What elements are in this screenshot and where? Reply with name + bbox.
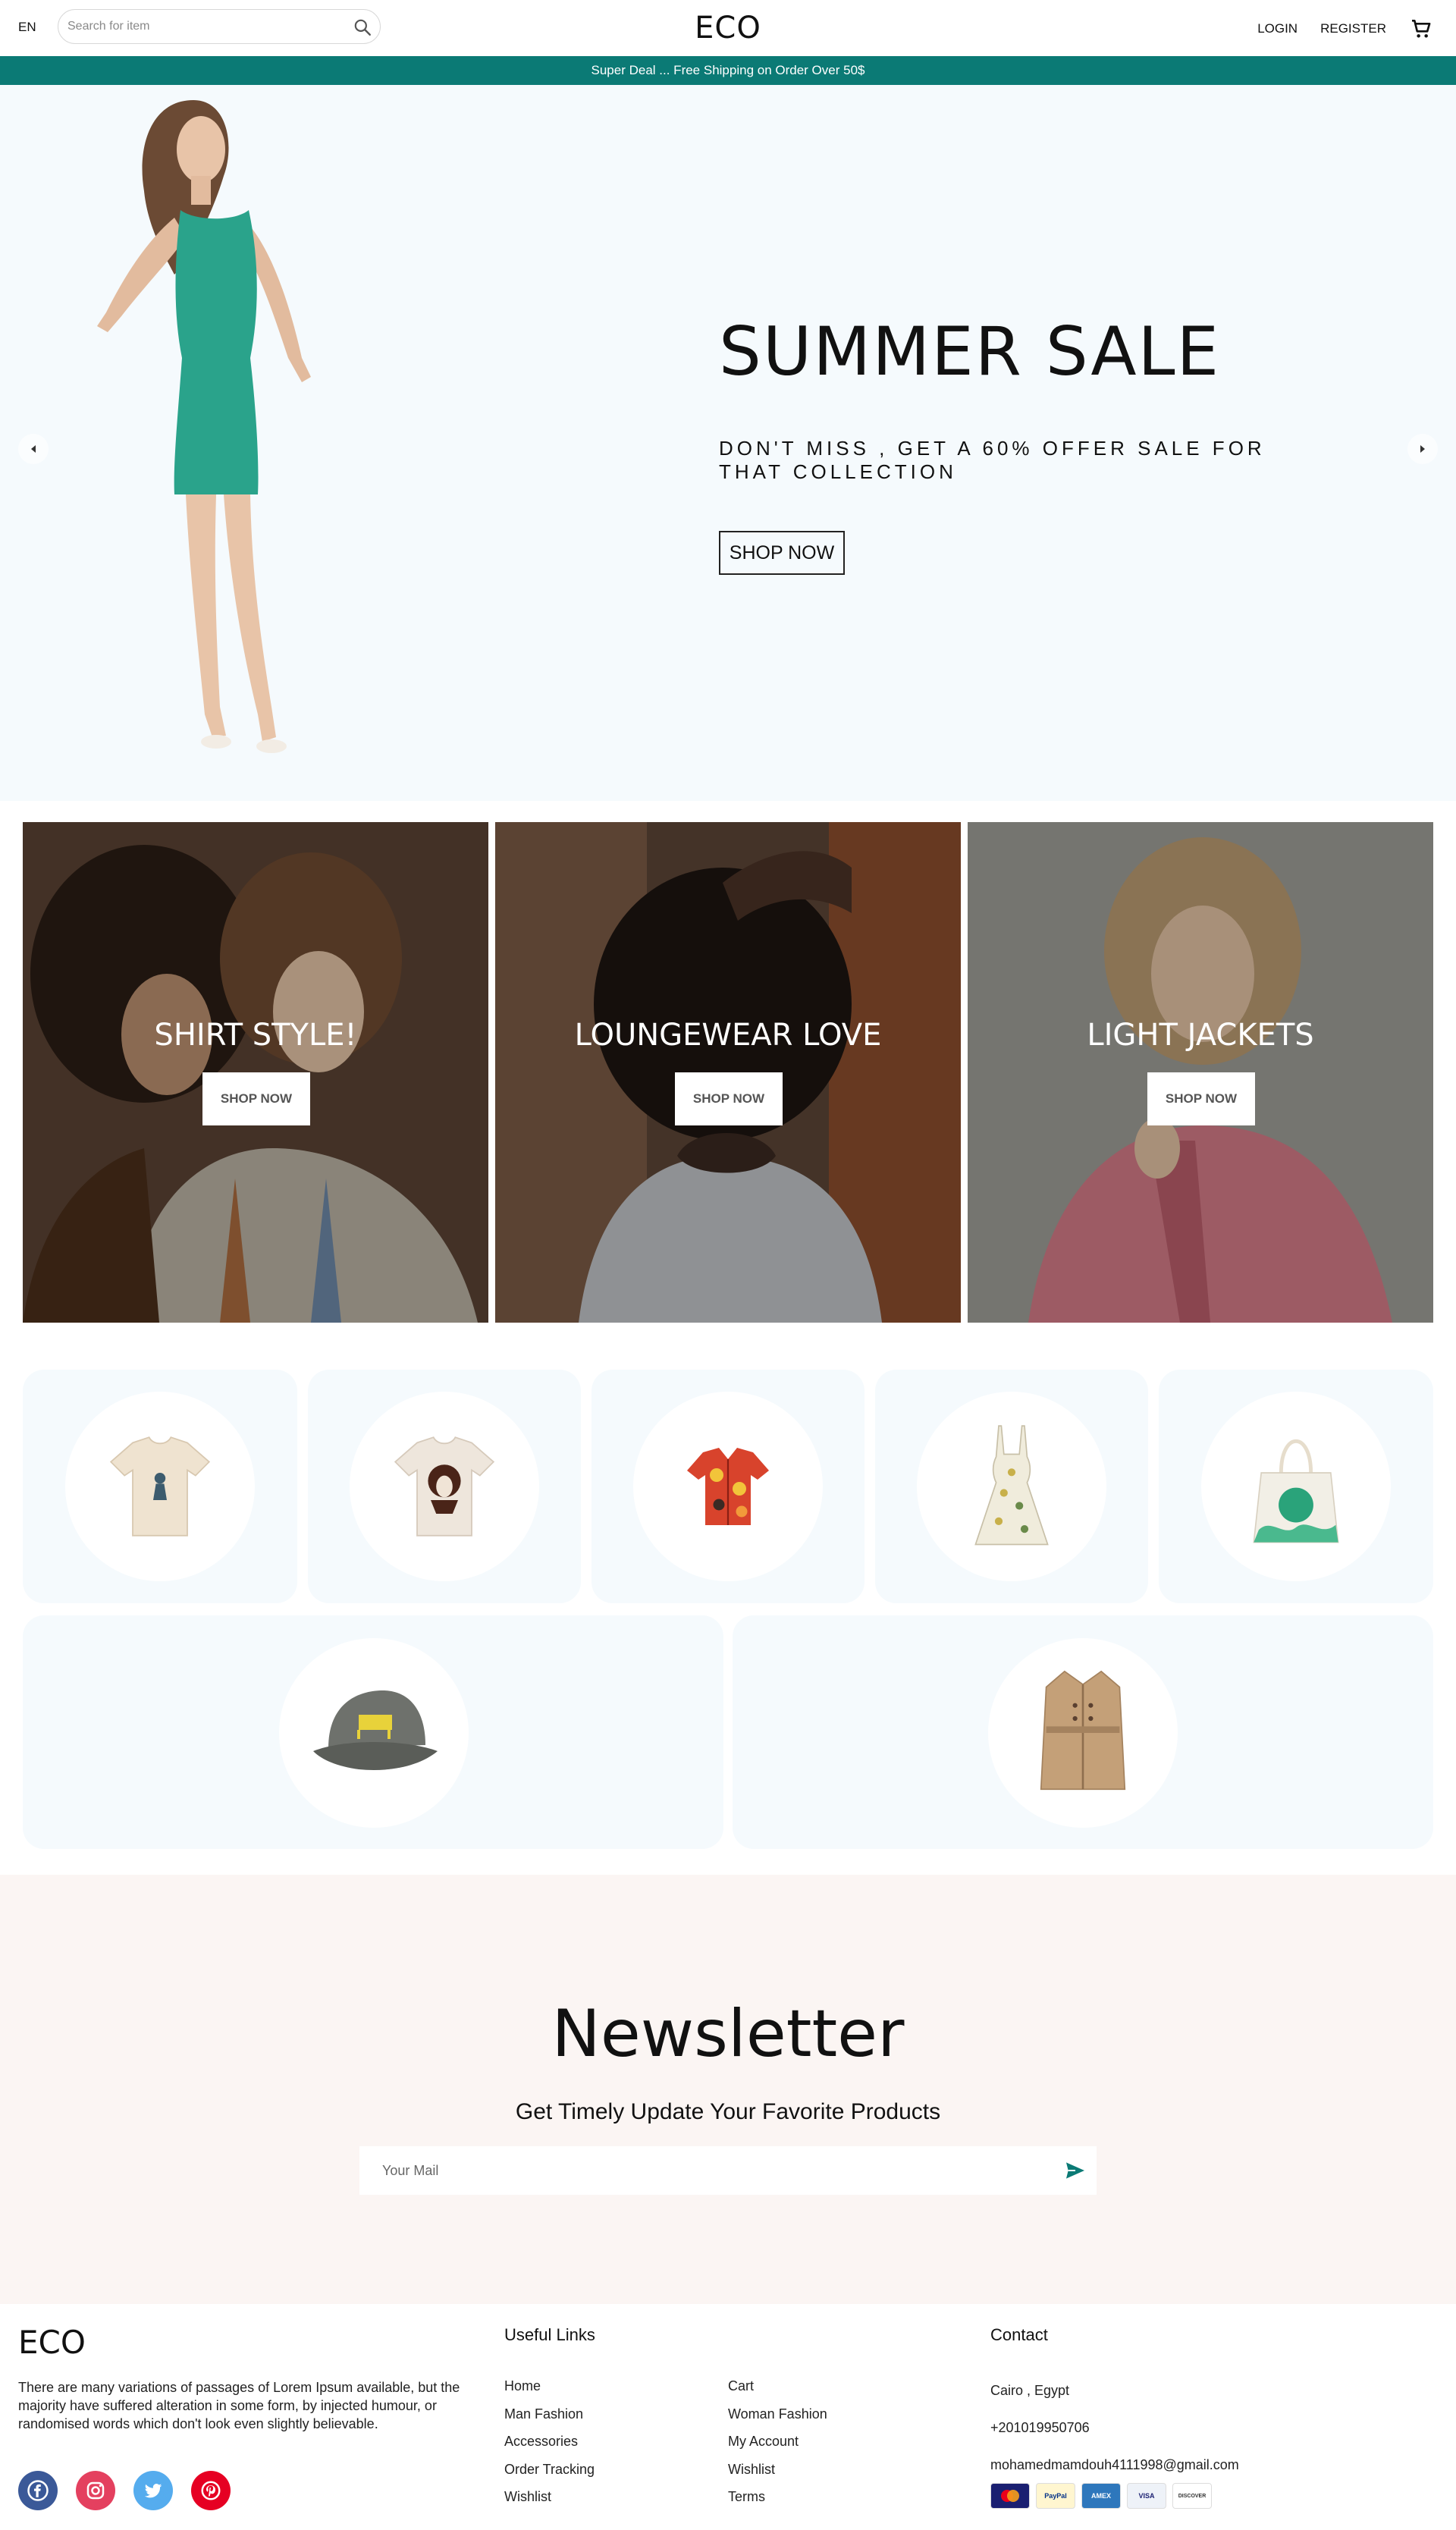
cart-icon[interactable] <box>1409 17 1433 41</box>
twitter-icon[interactable] <box>133 2471 173 2510</box>
printed-tshirt-icon <box>394 1436 495 1537</box>
footer-logo[interactable]: ECO <box>18 2324 86 2361</box>
product-image-circle <box>279 1638 469 1828</box>
chevron-left-icon <box>31 445 36 453</box>
newsletter-section: Newsletter Get Timely Update Your Favori… <box>0 1875 1456 2304</box>
footer-link-accessories[interactable]: Accessories <box>504 2428 595 2456</box>
useful-links-title: Useful Links <box>504 2325 595 2344</box>
product-image-circle <box>65 1392 255 1581</box>
amex-icon: AMEX <box>1081 2483 1121 2509</box>
send-icon[interactable] <box>1063 2158 1087 2183</box>
discover-icon: DISCOVER <box>1172 2483 1212 2509</box>
tshirt-icon <box>109 1436 211 1537</box>
paypal-icon: PayPal <box>1036 2483 1075 2509</box>
payment-methods: PayPal AMEX VISA DISCOVER <box>990 2483 1212 2509</box>
pinterest-icon[interactable] <box>191 2471 231 2510</box>
category-title: LOUNGEWEAR LOVE <box>574 1018 882 1053</box>
useful-links-col2: Cart Woman Fashion My Account Wishlist T… <box>728 2372 827 2511</box>
product-card[interactable] <box>1159 1370 1433 1603</box>
contact-address: Cairo , Egypt <box>990 2383 1070 2398</box>
newsletter-description: Get Timely Update Your Favorite Products <box>515 2099 941 2124</box>
facebook-icon[interactable] <box>18 2471 58 2510</box>
footer-link-order-tracking[interactable]: Order Tracking <box>504 2456 595 2484</box>
cap-icon <box>313 1690 438 1770</box>
footer-link-wishlist[interactable]: Wishlist <box>728 2456 827 2484</box>
search-bar <box>58 9 381 44</box>
chevron-right-icon <box>1420 445 1425 453</box>
product-image-circle <box>988 1638 1178 1828</box>
register-link[interactable]: REGISTER <box>1320 21 1386 36</box>
newsletter-title: Newsletter <box>551 1996 905 2072</box>
sundress-icon <box>974 1425 1049 1546</box>
product-image-circle <box>633 1392 823 1581</box>
navbar: EN ECO LOGIN REGISTER <box>0 0 1456 56</box>
mastercard-icon <box>990 2483 1030 2509</box>
footer-link-my-account[interactable]: My Account <box>728 2428 827 2456</box>
footer-link-woman-fashion[interactable]: Woman Fashion <box>728 2400 827 2428</box>
category-title: SHIRT STYLE! <box>154 1018 357 1053</box>
hero-title: SUMMER SALE <box>719 312 1221 391</box>
contact-info: Cairo , Egypt +201019950706 mohamedmamdo… <box>990 2372 1239 2484</box>
product-card[interactable] <box>23 1615 723 1849</box>
announcement-bar: Super Deal ... Free Shipping on Order Ov… <box>0 56 1456 85</box>
hawaiian-shirt-icon <box>687 1448 769 1525</box>
hero-model-image <box>97 100 311 753</box>
slider-prev-button[interactable] <box>18 434 49 464</box>
category-shop-now-button[interactable]: SHOP NOW <box>202 1072 310 1125</box>
slider-next-button[interactable] <box>1407 434 1438 464</box>
hero-shop-now-button[interactable]: SHOP NOW <box>719 531 845 575</box>
product-card[interactable] <box>875 1370 1148 1603</box>
product-image-circle <box>1201 1392 1391 1581</box>
category-card-jackets[interactable]: LIGHT JACKETS SHOP NOW <box>968 822 1433 1323</box>
visa-icon: VISA <box>1127 2483 1166 2509</box>
footer-link-man-fashion[interactable]: Man Fashion <box>504 2400 595 2428</box>
footer-link-cart[interactable]: Cart <box>728 2372 827 2400</box>
hero-subtitle: DON'T MISS , GET A 60% OFFER SALE FOR TH… <box>719 437 1266 483</box>
footer-link-terms[interactable]: Terms <box>728 2483 827 2511</box>
category-shop-now-button[interactable]: SHOP NOW <box>675 1072 783 1125</box>
category-title: LIGHT JACKETS <box>1087 1018 1314 1053</box>
category-shop-now-button[interactable]: SHOP NOW <box>1147 1072 1255 1125</box>
product-card[interactable] <box>733 1615 1433 1849</box>
category-card-loungewear[interactable]: LOUNGEWEAR LOVE SHOP NOW <box>495 822 961 1323</box>
trench-coat-icon <box>1040 1670 1126 1791</box>
login-link[interactable]: LOGIN <box>1257 21 1298 36</box>
search-icon[interactable] <box>353 17 372 37</box>
contact-phone: +201019950706 <box>990 2420 1090 2435</box>
footer-link-home[interactable]: Home <box>504 2372 595 2400</box>
product-card[interactable] <box>592 1370 864 1603</box>
instagram-icon[interactable] <box>76 2471 115 2510</box>
newsletter-email-input[interactable] <box>382 2158 1034 2183</box>
footer-description: There are many variations of passages of… <box>18 2380 460 2431</box>
product-image-circle <box>350 1392 539 1581</box>
hero-slider: SUMMER SALE DON'T MISS , GET A 60% OFFER… <box>0 85 1456 801</box>
contact-email[interactable]: mohamedmamdouh4111998@gmail.com <box>990 2447 1239 2484</box>
search-input[interactable] <box>58 20 339 33</box>
site-logo[interactable]: ECO <box>695 11 761 46</box>
contact-title: Contact <box>990 2325 1048 2344</box>
category-card-shirt[interactable]: SHIRT STYLE! SHOP NOW <box>23 822 488 1323</box>
footer: ECO There are many variations of passage… <box>0 2304 1456 2530</box>
useful-links-col1: Home Man Fashion Accessories Order Track… <box>504 2372 595 2511</box>
social-links <box>18 2471 231 2510</box>
product-card[interactable] <box>308 1370 581 1603</box>
footer-link-wishlist[interactable]: Wishlist <box>504 2483 595 2511</box>
tote-bag-icon <box>1253 1439 1339 1543</box>
newsletter-form <box>359 2146 1097 2195</box>
product-card[interactable] <box>23 1370 297 1603</box>
product-image-circle <box>917 1392 1106 1581</box>
language-selector[interactable]: EN <box>18 20 36 35</box>
